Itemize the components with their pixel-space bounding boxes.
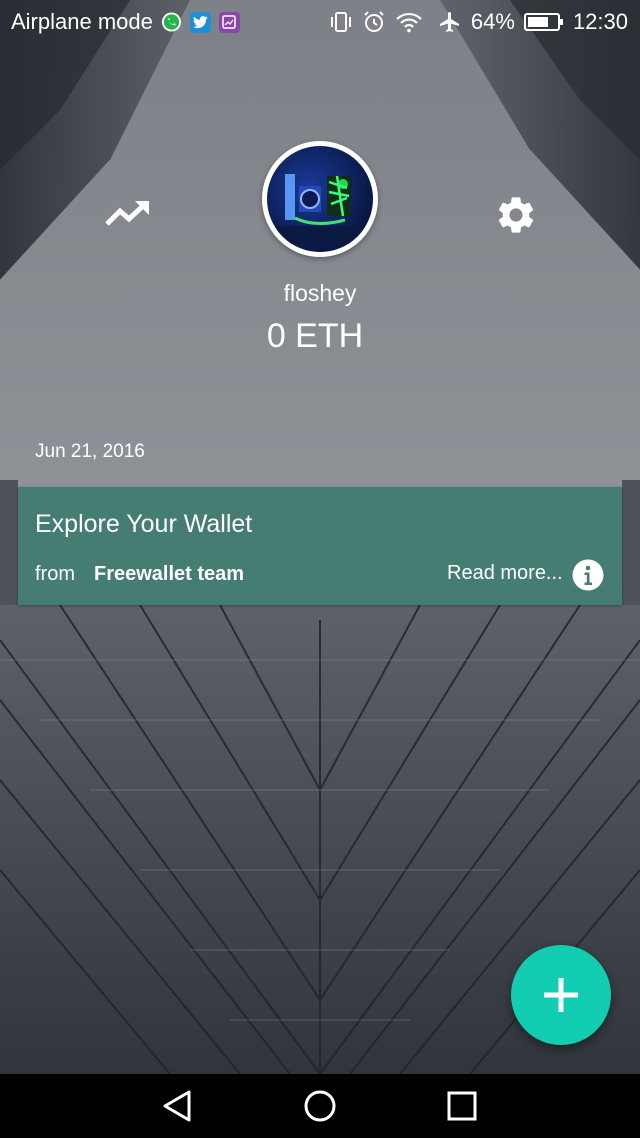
trending-button[interactable]: [104, 198, 152, 232]
back-icon: [163, 1090, 191, 1122]
wifi-icon: [395, 11, 423, 33]
card-from-label: from: [35, 563, 75, 585]
card-author: Freewallet team: [94, 563, 245, 585]
status-time: 12:30: [572, 9, 628, 34]
twitter-icon: [189, 11, 211, 33]
recents-button[interactable]: [442, 1088, 482, 1124]
wallet-balance: 0 ETH: [266, 317, 364, 355]
read-more-link[interactable]: Read more...: [447, 562, 563, 585]
info-icon[interactable]: [572, 559, 604, 591]
username: floshey: [283, 280, 357, 306]
home-button[interactable]: [300, 1088, 340, 1124]
trending-up-icon: [105, 201, 149, 226]
status-right: 64% 12:30: [329, 9, 628, 35]
add-button[interactable]: [511, 945, 611, 1045]
vibrate-icon: [329, 11, 353, 33]
feed-date: Jun 21, 2016: [35, 441, 145, 462]
carrier-text: Airplane mode: [11, 9, 153, 34]
gallery-icon: [218, 11, 240, 33]
gear-icon: [498, 197, 534, 233]
back-button[interactable]: [158, 1088, 198, 1124]
status-bar: Airplane mode 64% 12:30: [0, 0, 640, 42]
wallet-screen: Airplane mode 64% 12:30 floshey 0 ETH Ju…: [0, 0, 640, 1138]
navigation-bar: [0, 1074, 640, 1138]
avatar[interactable]: [262, 141, 378, 257]
plus-icon: [544, 978, 578, 1012]
avatar-image: [267, 146, 373, 252]
whatsapp-icon: [161, 12, 182, 33]
card-title: Explore Your Wallet: [35, 510, 253, 538]
airplane-icon: [438, 10, 462, 34]
alarm-icon: [362, 10, 386, 34]
settings-button[interactable]: [494, 193, 538, 237]
battery-icon: [523, 12, 564, 32]
recents-icon: [447, 1091, 477, 1121]
home-icon: [304, 1090, 336, 1122]
battery-percent: 64%: [470, 9, 515, 34]
news-card[interactable]: Explore Your Wallet from Freewallet team…: [18, 487, 622, 605]
status-left: Airplane mode: [11, 9, 240, 35]
